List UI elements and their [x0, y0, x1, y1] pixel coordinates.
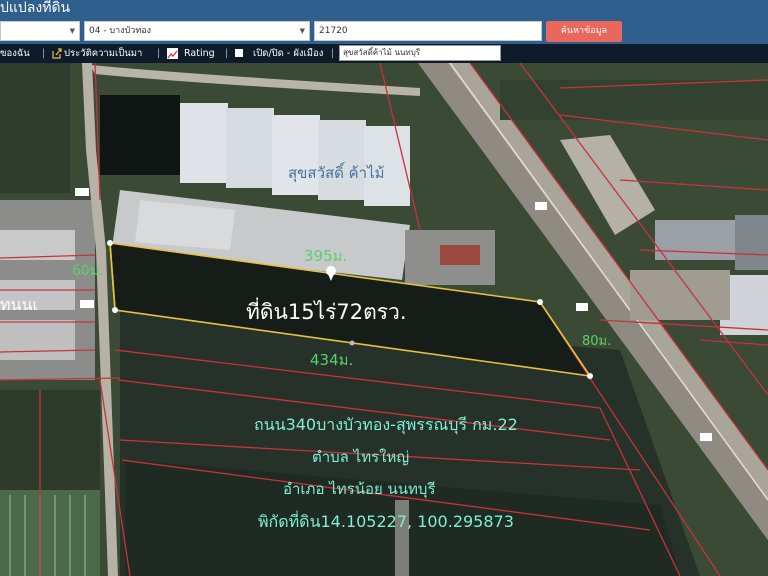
- road-label: ถนน340บางบัวทอง-สุพรรณบุรี กม.22: [254, 415, 518, 434]
- toolbar-separator: |: [225, 48, 229, 59]
- province-select[interactable]: ▼: [0, 21, 80, 41]
- parcel-number-input[interactable]: 21720: [314, 21, 542, 41]
- subdistrict-label: ตำบล ไทรใหญ่: [312, 448, 410, 466]
- district-select[interactable]: 04 - บางบัวทอง ▼: [84, 21, 310, 41]
- header-bar: ปแปลงที่ดิน ▼ 04 - บางบัวทอง ▼ 21720 ค้น…: [0, 0, 768, 44]
- toolbar-history-link[interactable]: ประวัติความเป็นมา: [64, 44, 142, 63]
- dimension-left-label: 60ม.: [72, 263, 104, 279]
- area-label: ที่ดิน15ไร่72ตรว.: [246, 300, 407, 324]
- left-building-label: ทนนเ: [0, 295, 38, 314]
- map-label-input[interactable]: สุขสวัสดิ์ค้าไม้ นนทบุรี: [339, 45, 501, 61]
- dimension-bottom-label: 434ม.: [310, 351, 354, 369]
- satellite-map[interactable]: สุขสวัสดิ์ ค้าไม้ 395ม. 60ม. ทนนเ ที่ดิน…: [0, 63, 768, 576]
- page-title: ปแปลงที่ดิน: [0, 0, 71, 16]
- toolbar-separator: |: [157, 48, 161, 59]
- business-name-label: สุขสวัสดิ์ ค้าไม้: [288, 164, 385, 182]
- toolbar-my-item[interactable]: ของฉัน: [0, 44, 30, 63]
- external-link-icon: [52, 47, 62, 59]
- toolbar-rating-link[interactable]: Rating: [184, 44, 215, 63]
- parcel-number-value: 21720: [319, 26, 348, 36]
- chevron-down-icon: ▼: [69, 27, 75, 35]
- chart-icon: [167, 48, 178, 59]
- checkbox-icon[interactable]: [235, 49, 243, 57]
- dimension-right-label: 80ม.: [582, 334, 612, 349]
- toolbar-separator: |: [331, 48, 335, 59]
- dimension-top-label: 395ม.: [304, 247, 348, 265]
- district-label: อำเภอ ไทรน้อย นนทบุรี: [283, 480, 436, 498]
- chevron-down-icon: ▼: [299, 27, 305, 35]
- search-button[interactable]: ค้นหาข้อมูล: [546, 21, 622, 42]
- district-select-value: 04 - บางบัวทอง: [89, 26, 152, 36]
- coordinates-label: พิกัดที่ดิน14.105227, 100.295873: [258, 512, 514, 531]
- toolbar-toggle-zoning[interactable]: เปิด/ปิด - ผังเมือง: [253, 44, 323, 63]
- toolbar-separator: |: [42, 48, 46, 59]
